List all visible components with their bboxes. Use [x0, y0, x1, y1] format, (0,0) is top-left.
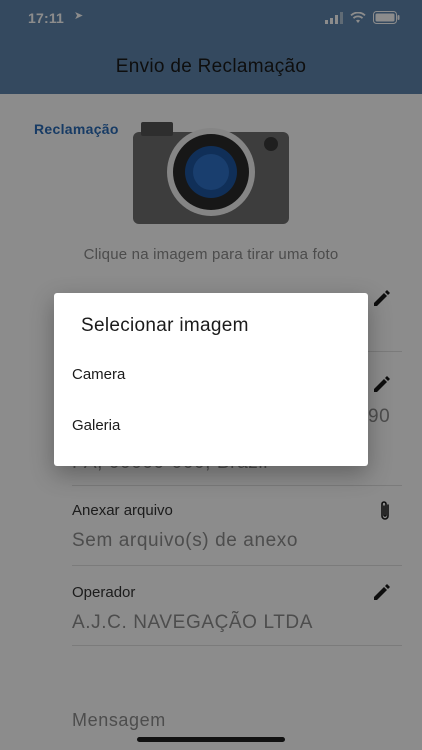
home-indicator[interactable]	[137, 737, 285, 742]
option-camera[interactable]: Camera	[54, 351, 368, 397]
option-gallery[interactable]: Galeria	[54, 402, 368, 448]
dialog-title: Selecionar imagem	[81, 315, 249, 336]
select-image-dialog: Selecionar imagem Camera Galeria	[54, 293, 368, 466]
